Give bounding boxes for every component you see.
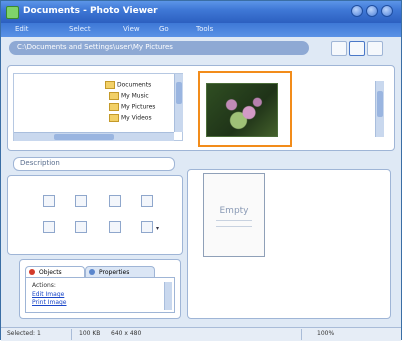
task-heading: Actions: — [32, 282, 56, 289]
menu-item-view[interactable]: View — [123, 25, 140, 33]
tree-item-documents[interactable]: Documents — [105, 81, 151, 90]
status-bar: Selected: 1 100 KB 640 x 480 100% — [1, 327, 401, 341]
edit-icon[interactable] — [75, 195, 87, 207]
rotate-button[interactable] — [367, 41, 383, 56]
properties-icon — [89, 269, 95, 275]
task-link-print[interactable]: Print Image — [32, 299, 67, 306]
page-placeholder: Empty — [203, 173, 265, 257]
delete-icon[interactable] — [109, 221, 121, 233]
menu-item-go[interactable]: Go — [159, 25, 169, 33]
tree-vscroll[interactable] — [174, 74, 183, 132]
more-icon[interactable] — [141, 221, 153, 233]
tree-hscroll[interactable] — [14, 132, 174, 141]
tree-vscroll-thumb[interactable] — [176, 82, 182, 104]
folder-icon — [105, 81, 115, 89]
status-dimensions: 640 x 480 — [111, 330, 142, 337]
path-bar[interactable]: C:\Documents and Settings\user\My Pictur… — [9, 41, 309, 55]
tree-item-pictures[interactable]: My Pictures — [109, 103, 155, 112]
menu-bar: Edit Select View Go Tools — [1, 23, 401, 37]
chevron-down-icon[interactable]: ▾ — [156, 225, 159, 232]
menu-item-edit[interactable]: Edit — [15, 25, 29, 33]
tab-objects[interactable]: Objects — [25, 266, 85, 277]
email-icon[interactable] — [75, 221, 87, 233]
menu-item-tools[interactable]: Tools — [196, 25, 213, 33]
tool-grid: ▾ — [13, 181, 181, 249]
title-bar: Documents - Photo Viewer — [1, 1, 401, 23]
open-icon[interactable] — [43, 195, 55, 207]
folder-icon — [109, 114, 119, 122]
folder-tree — [13, 73, 183, 141]
divider — [216, 220, 252, 221]
folder-icon — [109, 92, 119, 100]
tab-label: Objects — [39, 269, 62, 276]
placeholder-text: Empty — [219, 206, 249, 216]
maximize-button[interactable] — [366, 5, 378, 17]
window-title: Documents - Photo Viewer — [23, 6, 158, 16]
task-vscroll[interactable] — [164, 282, 172, 310]
tree-item-label: Documents — [117, 81, 152, 89]
tree-item-music[interactable]: My Music — [109, 92, 149, 101]
tree-item-videos[interactable]: My Videos — [109, 114, 152, 123]
tree-hscroll-thumb[interactable] — [54, 134, 114, 140]
status-separator — [301, 329, 302, 340]
status-separator — [71, 329, 72, 340]
copy-icon[interactable] — [109, 195, 121, 207]
save-icon[interactable] — [141, 195, 153, 207]
thumbs-vscroll-thumb[interactable] — [377, 91, 383, 117]
selection-highlight — [198, 71, 292, 147]
path-text: C:\Documents and Settings\user\My Pictur… — [17, 43, 173, 51]
tab-properties[interactable]: Properties — [85, 266, 155, 277]
task-tabs: Objects Properties — [25, 266, 175, 277]
divider — [216, 226, 252, 227]
objects-icon — [29, 269, 35, 275]
status-zoom: 100% — [317, 330, 335, 337]
tree-item-label: My Videos — [121, 114, 152, 122]
folder-icon — [109, 103, 119, 111]
tree-item-label: My Pictures — [121, 103, 156, 111]
minimize-button[interactable] — [351, 5, 363, 17]
app-window: Documents - Photo Viewer Edit Select Vie… — [0, 0, 402, 341]
section-header: Description — [13, 157, 175, 171]
tab-label: Properties — [99, 269, 130, 276]
task-content: Actions: Edit Image Print Image — [25, 277, 175, 313]
tree-item-label: My Music — [121, 92, 149, 100]
menu-item-select[interactable]: Select — [69, 25, 91, 33]
app-icon — [6, 6, 19, 19]
close-button[interactable] — [381, 5, 393, 17]
status-size: 100 KB — [79, 330, 101, 337]
print-icon[interactable] — [43, 221, 55, 233]
task-link-edit[interactable]: Edit Image — [32, 291, 64, 298]
section-label: Description — [20, 159, 60, 167]
view-thumbnails-button[interactable] — [349, 41, 365, 56]
thumbs-vscroll[interactable] — [375, 81, 384, 137]
view-list-button[interactable] — [331, 41, 347, 56]
status-selected: Selected: 1 — [7, 330, 41, 337]
